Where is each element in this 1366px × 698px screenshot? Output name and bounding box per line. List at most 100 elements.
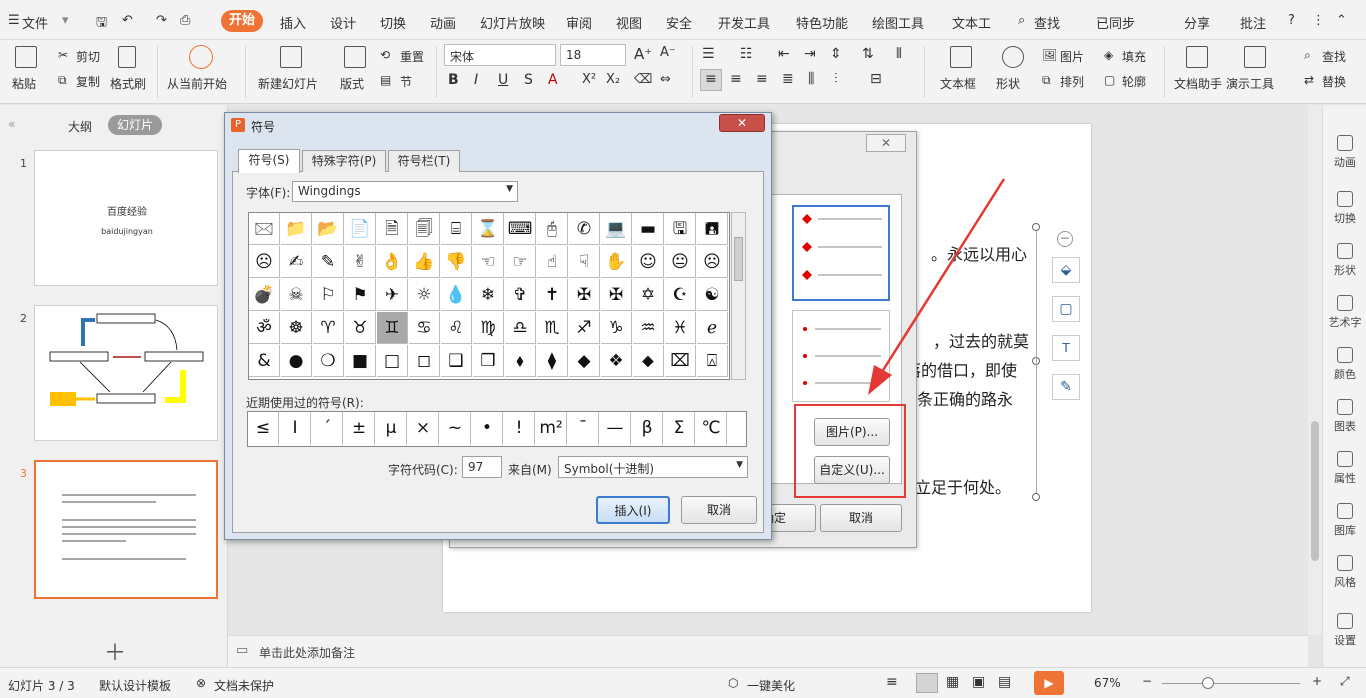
cancel-button[interactable]: 取消 [681, 496, 757, 524]
reset-button[interactable]: 重置 [400, 48, 424, 65]
undo-icon[interactable]: ↶ [122, 13, 133, 28]
recent-symbol-cell[interactable]: ℃ [696, 412, 727, 445]
resize-handle[interactable] [1032, 493, 1040, 501]
numbered-list-icon[interactable]: ☷ [740, 46, 753, 62]
protection-status[interactable]: 文档未保护 [214, 677, 274, 694]
find-icon[interactable]: ⌕ [1304, 48, 1311, 63]
shape-icon[interactable] [1002, 46, 1024, 68]
tab-text-tools[interactable]: 文本工 [952, 13, 991, 32]
textbox-button[interactable]: 文本框 [940, 75, 976, 92]
scroll-thumb[interactable] [734, 237, 743, 281]
normal-view-icon[interactable] [916, 673, 938, 693]
menu-icon[interactable]: ☰ [8, 13, 20, 28]
close-icon[interactable]: ✕ [866, 134, 906, 152]
symbol-cell[interactable]: ☪ [665, 279, 696, 311]
fit-icon[interactable]: ⤢ [1340, 674, 1350, 689]
recent-symbol-cell[interactable]: ≤ [248, 412, 279, 445]
arrange-icon[interactable]: ⧉ [1042, 73, 1051, 88]
char-code-input[interactable]: 97 [462, 456, 502, 478]
tab-special-chars[interactable]: 特殊字符(P) [302, 150, 386, 172]
insert-button[interactable]: 插入(I) [596, 496, 670, 524]
font-shrink-icon[interactable]: A⁻ [660, 45, 676, 60]
symbol-cell[interactable]: 💧 [441, 279, 472, 311]
symbol-cell[interactable]: ✠ [601, 279, 632, 311]
tab-transition[interactable]: 切换 [380, 13, 406, 32]
new-slide-button[interactable]: 新建幻灯片 [258, 75, 318, 92]
symbol-cell[interactable]: ☟ [569, 246, 600, 278]
replace-button[interactable]: 替换 [1322, 73, 1346, 90]
scroll-thumb[interactable] [1311, 421, 1319, 561]
tab-view[interactable]: 视图 [616, 13, 642, 32]
recent-symbol-cell[interactable]: — [600, 412, 631, 445]
symbol-cell[interactable]: ✝ [537, 279, 568, 311]
symbol-cell[interactable]: ✈ [377, 279, 408, 311]
tab-design[interactable]: 设计 [330, 13, 356, 32]
recent-symbol-cell[interactable]: Ι [280, 412, 311, 445]
beautify-button[interactable]: 一键美化 [747, 677, 795, 694]
doc-helper-icon[interactable] [1186, 46, 1208, 68]
transition-tool[interactable]: 切换 [1323, 191, 1366, 226]
symbol-cell[interactable]: 💻 [601, 213, 632, 245]
collapse-panel-icon[interactable]: « [8, 117, 15, 131]
distribute-icon[interactable]: ⫼ [808, 71, 814, 87]
share-button[interactable]: 分享 [1184, 13, 1210, 32]
zoom-in-icon[interactable]: + [1312, 674, 1322, 688]
text-direction-icon[interactable]: ⇅ [862, 46, 874, 62]
symbol-cell[interactable]: ▬ [633, 213, 664, 245]
symbol-cell[interactable]: ☹ [249, 246, 280, 278]
symbol-cell[interactable]: ❒ [473, 345, 504, 377]
line-spacing-icon[interactable]: ⇕ [830, 46, 842, 62]
color-tool[interactable]: 颜色 [1323, 347, 1366, 382]
symbol-cell[interactable]: 👌 [377, 246, 408, 278]
comment-button[interactable]: 批注 [1240, 13, 1266, 32]
symbol-cell[interactable]: □ [377, 345, 408, 377]
minus-icon[interactable]: − [1057, 231, 1073, 247]
symbol-cell[interactable]: 📄 [345, 213, 376, 245]
play-icon[interactable] [189, 45, 213, 69]
columns-icon[interactable]: ⫶ [834, 71, 838, 87]
outline-button[interactable]: 轮廓 [1122, 73, 1146, 90]
recent-symbol-cell[interactable]: Σ [664, 412, 695, 445]
copy-button[interactable]: 复制 [76, 73, 100, 90]
symbol-cell[interactable]: ☯ [697, 279, 728, 311]
symbol-cell[interactable]: ♎ [505, 312, 536, 344]
notes-area[interactable]: ▭ 单击此处添加备注 [228, 635, 1308, 667]
symbol-cell[interactable]: ⚐ [313, 279, 344, 311]
symbol-cell[interactable]: ♏ [537, 312, 568, 344]
symbol-cell[interactable]: ⬥ [633, 345, 664, 377]
symbol-cell[interactable]: ❍ [313, 345, 344, 377]
from-select[interactable]: Symbol(十进制) ▼ [558, 456, 748, 478]
strike-icon[interactable]: S [524, 72, 533, 88]
zoom-value[interactable]: 67% [1094, 676, 1121, 690]
symbol-scrollbar[interactable] [731, 212, 746, 380]
symbol-cell[interactable]: 🖰 [537, 213, 568, 245]
new-slide-icon[interactable] [280, 46, 302, 68]
reset-icon[interactable]: ⟲ [380, 48, 390, 62]
bold-icon[interactable]: B [448, 72, 459, 88]
symbol-cell[interactable]: ⌛ [473, 213, 504, 245]
print-icon[interactable]: ⎙ [180, 13, 190, 28]
file-menu[interactable]: 文件 [22, 13, 48, 32]
symbol-cell[interactable]: 💣 [249, 279, 280, 311]
justify-icon[interactable]: ≣ [782, 71, 794, 87]
shape-button[interactable]: 形状 [996, 75, 1020, 92]
paste-button[interactable]: 粘贴 [12, 75, 36, 92]
doc-helper-button[interactable]: 文档助手 [1174, 75, 1222, 92]
font-grow-icon[interactable]: A⁺ [634, 45, 652, 63]
textbox-icon[interactable] [950, 46, 972, 68]
recent-symbol-cell[interactable]: ~ [440, 412, 471, 445]
symbol-cell[interactable]: 🖪 [697, 213, 728, 245]
arrange-button[interactable]: 排列 [1060, 73, 1084, 90]
subscript-icon[interactable]: X₂ [606, 72, 620, 87]
italic-icon[interactable]: I [474, 72, 478, 88]
symbol-cell[interactable]: ✆ [569, 213, 600, 245]
wordart-tool[interactable]: 艺术字 [1323, 295, 1366, 330]
presentation-tool-icon[interactable] [1244, 46, 1266, 68]
section-button[interactable]: 节 [400, 73, 412, 90]
shape-tool[interactable]: 形状 [1323, 243, 1366, 278]
symbol-cell[interactable]: ✎ [313, 246, 344, 278]
more-icon[interactable]: ⋮ [1312, 13, 1325, 28]
symbol-cell[interactable]: ☸ [281, 312, 312, 344]
notes-view-icon[interactable]: ▤ [998, 674, 1011, 690]
symbol-cell[interactable]: ♓ [665, 312, 696, 344]
